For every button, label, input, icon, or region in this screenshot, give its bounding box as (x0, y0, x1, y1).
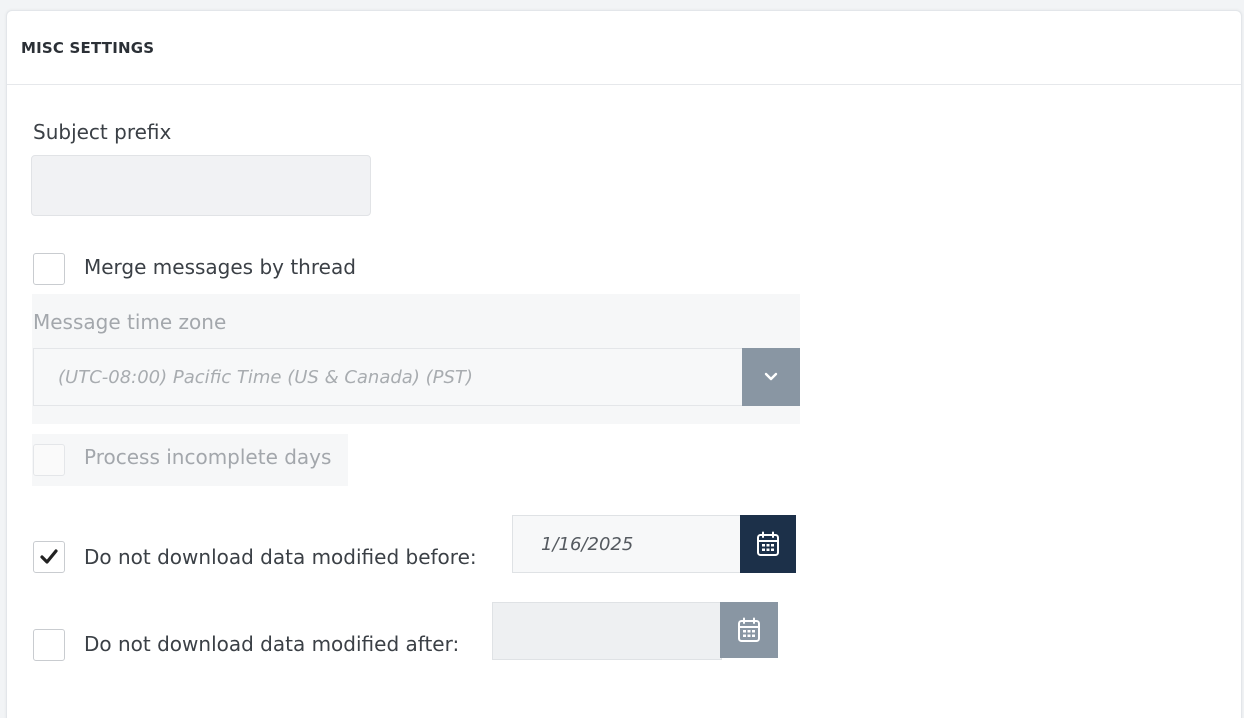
subject-prefix-label: Subject prefix (33, 120, 172, 144)
incomplete-days-label: Process incomplete days (84, 445, 332, 469)
timezone-selected-value: (UTC-08:00) Pacific Time (US & Canada) (… (58, 366, 473, 388)
merge-messages-label: Merge messages by thread (84, 255, 356, 279)
modified-before-checkbox[interactable] (33, 541, 65, 573)
modified-after-date-input[interactable] (492, 602, 722, 660)
chevron-down-icon (764, 372, 778, 381)
merge-messages-checkbox[interactable] (33, 253, 65, 285)
calendar-icon (757, 531, 779, 556)
check-icon (40, 549, 58, 564)
modified-before-label: Do not download data modified before: (84, 545, 477, 569)
modified-after-label: Do not download data modified after: (84, 632, 460, 656)
incomplete-days-checkbox[interactable] (33, 444, 65, 476)
modified-before-calendar-button[interactable] (740, 515, 796, 573)
timezone-select[interactable]: (UTC-08:00) Pacific Time (US & Canada) (… (33, 348, 743, 406)
timezone-dropdown-button[interactable] (742, 348, 800, 406)
timezone-label: Message time zone (33, 310, 227, 334)
calendar-icon (738, 617, 760, 642)
modified-after-checkbox[interactable] (33, 629, 65, 661)
subject-prefix-input[interactable] (31, 155, 371, 216)
modified-before-date-input[interactable]: 1/16/2025 (512, 515, 742, 573)
panel-header: MISC SETTINGS (7, 11, 1241, 85)
modified-after-calendar-button[interactable] (720, 602, 778, 658)
modified-before-date-value: 1/16/2025 (541, 533, 634, 555)
panel-title: MISC SETTINGS (21, 38, 155, 57)
